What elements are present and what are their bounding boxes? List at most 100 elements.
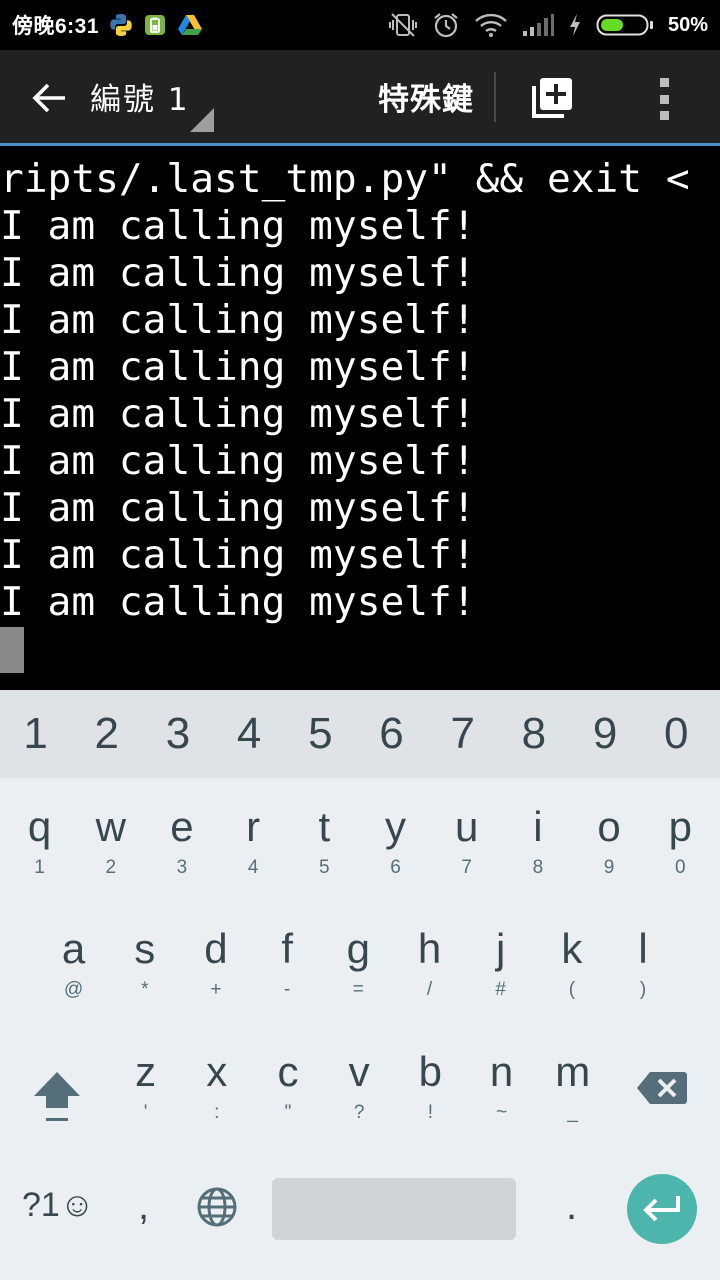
- key-z[interactable]: z ': [110, 1047, 181, 1125]
- more-vert-icon[interactable]: [652, 74, 676, 124]
- terminal-line: I am calling myself!: [0, 203, 476, 249]
- key-p[interactable]: p0: [645, 802, 716, 880]
- terminal-output[interactable]: ripts/.last_tmp.py" && exit < I am calli…: [0, 146, 720, 690]
- key-x[interactable]: x:: [181, 1047, 252, 1125]
- key-k[interactable]: k(: [536, 924, 607, 1002]
- key-hint: ": [284, 1102, 292, 1123]
- key-r[interactable]: r4: [218, 802, 289, 880]
- key-3[interactable]: 3: [142, 709, 213, 759]
- key-label: c: [277, 1048, 299, 1095]
- key-label: e: [170, 803, 194, 850]
- key-label: m: [555, 1048, 591, 1095]
- key-2[interactable]: 2: [71, 709, 142, 759]
- key-v[interactable]: v?: [324, 1047, 395, 1125]
- key-l[interactable]: l): [608, 924, 679, 1002]
- key-5[interactable]: 5: [285, 709, 356, 759]
- key-label: x: [206, 1048, 228, 1095]
- key-f[interactable]: f-: [252, 924, 323, 1002]
- key-label: v: [348, 1048, 370, 1095]
- soft-keyboard: 1 2 3 4 5 6 7 8 9 0 q1 w2 e3 r4 t5 y6 u7…: [0, 690, 720, 1280]
- key-label: a: [61, 925, 86, 972]
- key-c[interactable]: c ": [252, 1047, 323, 1125]
- key-hint: 6: [390, 857, 401, 878]
- key-i[interactable]: i8: [502, 802, 573, 880]
- key-u[interactable]: u7: [431, 802, 502, 880]
- terminal-line: I am calling myself!: [0, 485, 476, 531]
- key-4[interactable]: 4: [214, 709, 285, 759]
- python-icon: [109, 13, 133, 37]
- key-0[interactable]: 0: [641, 709, 712, 759]
- key-hint: =: [352, 979, 364, 1000]
- special-keys-button[interactable]: 特殊鍵: [378, 74, 474, 119]
- key-hint: ~: [495, 1102, 508, 1123]
- arrow-left-icon: [32, 83, 65, 113]
- key-label: l: [638, 925, 648, 972]
- backspace-key[interactable]: [636, 1070, 688, 1106]
- terminal-line: I am calling myself!: [0, 579, 476, 625]
- key-6[interactable]: 6: [356, 709, 427, 759]
- key-hint: 4: [247, 857, 259, 878]
- key-9[interactable]: 9: [570, 709, 641, 759]
- key-label: n: [489, 1048, 514, 1095]
- session-selector[interactable]: 編號 1: [90, 74, 190, 119]
- overflow-dot: [659, 94, 669, 104]
- key-label: r: [246, 803, 261, 850]
- key-o[interactable]: o9: [574, 802, 645, 880]
- key-s[interactable]: s *: [109, 924, 180, 1002]
- key-n[interactable]: n ~: [466, 1047, 537, 1125]
- space-key[interactable]: [272, 1178, 516, 1240]
- terminal-line: I am calling myself!: [0, 344, 476, 390]
- signal-icon: [522, 13, 554, 37]
- key-hint: _: [567, 1102, 578, 1123]
- key-label: s: [134, 925, 156, 972]
- key-hint: 3: [176, 857, 188, 878]
- shift-key[interactable]: [30, 1068, 84, 1126]
- key-1[interactable]: 1: [0, 709, 71, 759]
- key-hint: !: [427, 1102, 433, 1123]
- key-hint: 0: [674, 857, 686, 878]
- terminal-line: I am calling myself!: [0, 297, 476, 343]
- terminal-cursor: [0, 627, 24, 673]
- key-label: o: [597, 803, 621, 850]
- key-hint: (: [568, 979, 576, 1000]
- key-label: f: [281, 925, 293, 972]
- key-label: z: [135, 1048, 157, 1095]
- key-q[interactable]: q1: [4, 802, 75, 880]
- key-h[interactable]: h /: [394, 924, 465, 1002]
- add-box-icon: [532, 78, 572, 118]
- key-b[interactable]: b!: [395, 1047, 466, 1125]
- key-hint: +: [210, 979, 222, 1000]
- key-j[interactable]: j #: [465, 924, 536, 1002]
- comma-key[interactable]: ,: [138, 1184, 149, 1229]
- key-label: i: [533, 803, 543, 850]
- key-m[interactable]: m _: [537, 1047, 608, 1125]
- status-time: 傍晚6:31: [12, 15, 100, 38]
- back-button[interactable]: [26, 78, 72, 118]
- new-session-button[interactable]: [530, 76, 574, 120]
- key-hint: *: [141, 979, 149, 1000]
- key-t[interactable]: t5: [289, 802, 360, 880]
- key-d[interactable]: d +: [180, 924, 251, 1002]
- key-y[interactable]: y6: [360, 802, 431, 880]
- key-g[interactable]: g =: [323, 924, 394, 1002]
- language-key[interactable]: [196, 1186, 238, 1228]
- key-e[interactable]: e3: [146, 802, 217, 880]
- key-hint: 8: [532, 857, 544, 878]
- key-label: t: [318, 803, 331, 850]
- letter-row-2: a @ s * d + f- g = h / j # k( l): [38, 924, 679, 1002]
- overflow-dot: [659, 111, 669, 120]
- key-8[interactable]: 8: [498, 709, 569, 759]
- enter-key[interactable]: [627, 1174, 697, 1244]
- key-7[interactable]: 7: [427, 709, 498, 759]
- period-key[interactable]: .: [566, 1184, 577, 1229]
- symbols-key[interactable]: ?1☺: [22, 1186, 95, 1225]
- key-label: w: [95, 803, 126, 850]
- key-hint: ?: [353, 1102, 365, 1123]
- key-label: q: [27, 803, 52, 850]
- key-hint: 7: [461, 857, 472, 878]
- key-hint: 5: [319, 857, 330, 878]
- key-w[interactable]: w2: [75, 802, 146, 880]
- key-hint: 2: [105, 857, 117, 878]
- key-a[interactable]: a @: [38, 924, 109, 1002]
- dropdown-corner-icon: [190, 108, 214, 132]
